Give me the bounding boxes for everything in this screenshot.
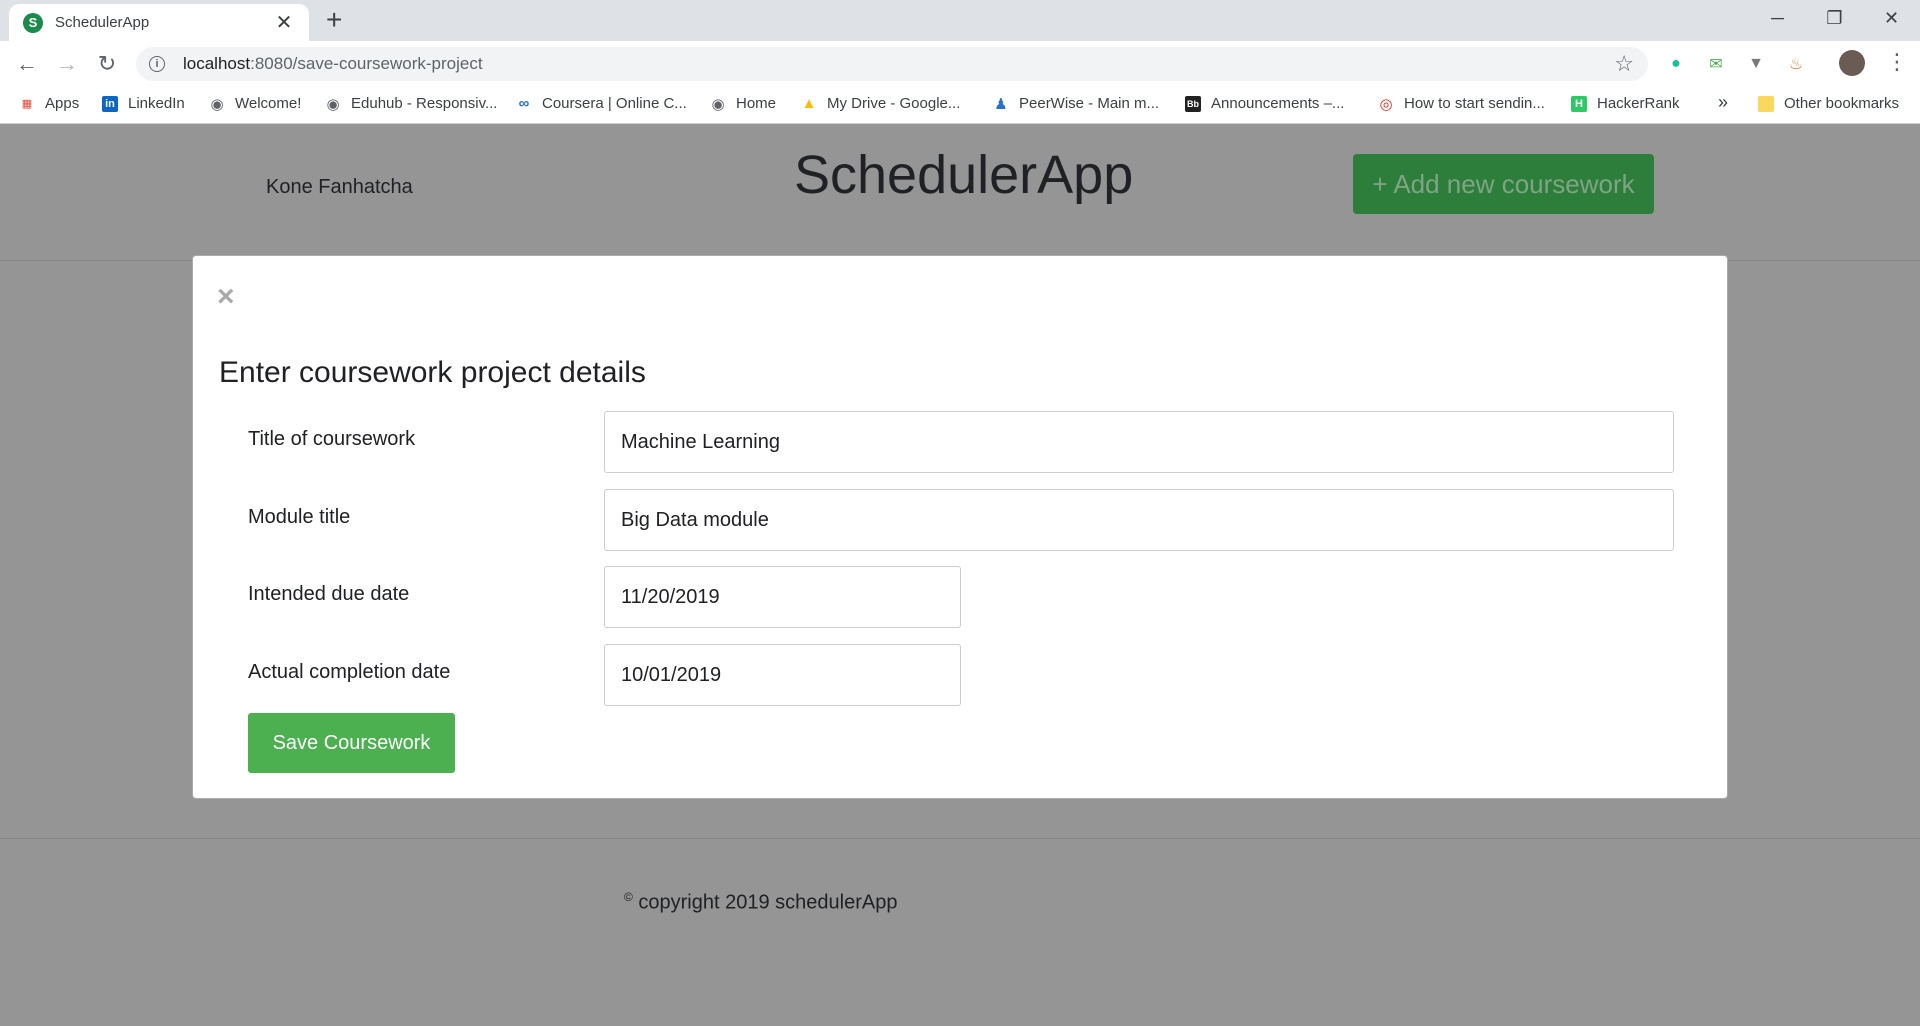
bookmarks-bar: ▦ Apps in LinkedIn ◉ Welcome! ◉ Eduhub -… (0, 87, 1920, 124)
intended-due-date-label: Intended due date (248, 583, 410, 605)
new-tab-plus-icon[interactable]: + (326, 5, 342, 35)
profile-avatar[interactable] (1839, 50, 1865, 76)
app-header: Kone Fanhatcha SchedulerApp + Add new co… (0, 124, 1920, 261)
browser-toolbar: ← → ↻ i localhost:8080/save-coursework-p… (0, 41, 1920, 87)
bookmark-label: Coursera | Online C... (542, 95, 687, 112)
bookmark-linkedin[interactable]: in LinkedIn (102, 95, 185, 112)
bookmark-label: Announcements –... (1211, 95, 1345, 112)
java-extension-icon[interactable]: ♨ (1784, 52, 1808, 76)
coursera-icon: ∞ (518, 95, 530, 112)
copyright-symbol: © (624, 890, 633, 904)
bookmark-hackerrank[interactable]: H HackerRank (1571, 95, 1680, 112)
bookmark-peerwise[interactable]: ♟ PeerWise - Main m... (993, 95, 1160, 113)
back-arrow-icon[interactable]: ← (12, 49, 42, 79)
folder-icon (1758, 95, 1774, 112)
coursework-modal: × Enter coursework project details Title… (192, 255, 1728, 799)
restore-icon[interactable]: ❐ (1806, 0, 1863, 36)
url-path: :8080/save-coursework-project (250, 54, 483, 73)
module-title-label: Module title (248, 506, 351, 528)
bookmark-apps[interactable]: ▦ Apps (19, 95, 79, 112)
bookmark-label: Home (736, 95, 777, 112)
save-coursework-button[interactable]: Save Coursework (248, 713, 455, 773)
site-info-icon[interactable]: i (149, 56, 165, 72)
bookmark-label: Eduhub - Responsiv... (351, 95, 498, 112)
other-bookmarks-label: Other bookmarks (1784, 95, 1900, 112)
bookmark-welcome[interactable]: ◉ Welcome! (209, 95, 302, 113)
bookmark-label: HackerRank (1597, 95, 1680, 112)
grammarly-extension-icon[interactable]: ● (1664, 52, 1688, 76)
bookmark-how-to-start[interactable]: ◎ How to start sendin... (1378, 95, 1545, 113)
browser-tab-strip: S SchedulerApp ✕ + ─ ❐ ✕ (0, 0, 1920, 41)
linkedin-icon: in (102, 95, 118, 112)
bookmark-label: Apps (45, 95, 80, 112)
user-name: Kone Fanhatcha (266, 176, 413, 198)
browser-menu-icon[interactable]: ⋮ (1886, 49, 1908, 75)
other-bookmarks[interactable]: Other bookmarks (1758, 95, 1899, 112)
bookmark-eduhub[interactable]: ◉ Eduhub - Responsiv... (325, 95, 498, 113)
forward-arrow-icon[interactable]: → (52, 49, 82, 79)
google-drive-icon: ▲ (801, 95, 817, 112)
address-bar[interactable]: i localhost:8080/save-coursework-project… (136, 47, 1648, 81)
coursework-title-input[interactable] (604, 411, 1674, 473)
globe-icon: ◉ (210, 95, 224, 113)
reload-icon[interactable]: ↻ (92, 49, 122, 79)
bookmark-label: LinkedIn (128, 95, 185, 112)
coursework-title-label: Title of coursework (248, 428, 416, 450)
window-close-icon[interactable]: ✕ (1863, 0, 1920, 36)
actual-completion-date-input[interactable] (604, 644, 961, 706)
modal-heading: Enter coursework project details (219, 356, 646, 389)
bookmark-coursera[interactable]: ∞ Coursera | Online C... (516, 95, 687, 112)
minimize-icon[interactable]: ─ (1749, 0, 1806, 36)
bookmark-my-drive[interactable]: ▲ My Drive - Google... (801, 95, 961, 112)
bookmark-star-icon[interactable]: ☆ (1614, 51, 1634, 77)
bookmark-label: My Drive - Google... (827, 95, 961, 112)
bookmark-label: How to start sendin... (1404, 95, 1545, 112)
globe-icon: ◉ (711, 95, 725, 113)
tab-close-icon[interactable]: ✕ (273, 10, 295, 35)
intended-due-date-input[interactable] (604, 566, 961, 628)
mail-extension-icon[interactable]: ✉ (1704, 52, 1728, 76)
vue-extension-icon[interactable]: ▼ (1744, 52, 1768, 76)
module-title-input[interactable] (604, 489, 1674, 551)
bookmark-home[interactable]: ◉ Home (710, 95, 777, 113)
target-icon: ◎ (1379, 95, 1393, 113)
hackerrank-icon: H (1571, 95, 1587, 112)
bookmark-announcements[interactable]: Bb Announcements –... (1185, 95, 1344, 112)
copyright-text: © copyright 2019 schedulerApp (624, 890, 897, 915)
more-bookmarks-chevron[interactable]: » (1718, 92, 1728, 113)
window-controls: ─ ❐ ✕ (1749, 0, 1920, 36)
copyright-label: copyright 2019 schedulerApp (632, 891, 898, 914)
app-title: SchedulerApp (794, 145, 1134, 205)
browser-tab[interactable]: S SchedulerApp ✕ (9, 4, 309, 41)
footer-divider (0, 838, 1920, 839)
bookmark-label: Welcome! (235, 95, 302, 112)
globe-icon: ◉ (326, 95, 340, 113)
apps-grid-icon: ▦ (21, 98, 33, 110)
actual-completion-date-label: Actual completion date (248, 661, 451, 683)
scheduler-favicon-icon: S (23, 12, 43, 33)
modal-close-icon[interactable]: × (217, 282, 235, 312)
blackboard-icon: Bb (1185, 95, 1201, 112)
peerwise-icon: ♟ (994, 95, 1008, 113)
url-text[interactable]: localhost:8080/save-coursework-project (183, 54, 483, 74)
add-new-coursework-button[interactable]: + Add new coursework (1353, 154, 1654, 214)
tab-title: SchedulerApp (55, 14, 150, 31)
url-host: localhost (183, 54, 251, 73)
bookmark-label: PeerWise - Main m... (1019, 95, 1160, 112)
